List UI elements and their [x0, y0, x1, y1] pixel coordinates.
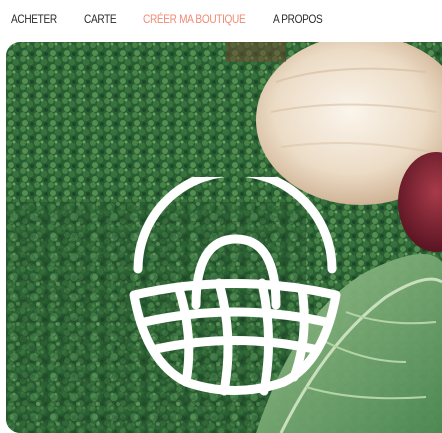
page: ACHETER CARTE CRÉER MA BOUTIQUE A PROPOS	[0, 0, 442, 433]
hero-image	[6, 42, 442, 433]
nav-link-creer-ma-boutique[interactable]: CRÉER MA BOUTIQUE	[143, 12, 246, 26]
basket-icon	[129, 177, 341, 396]
nav-link-carte[interactable]: CARTE	[84, 12, 117, 26]
top-navigation: ACHETER CARTE CRÉER MA BOUTIQUE A PROPOS	[0, 0, 442, 38]
nav-link-acheter[interactable]: ACHETER	[11, 12, 57, 26]
nav-link-a-propos[interactable]: A PROPOS	[273, 12, 323, 26]
